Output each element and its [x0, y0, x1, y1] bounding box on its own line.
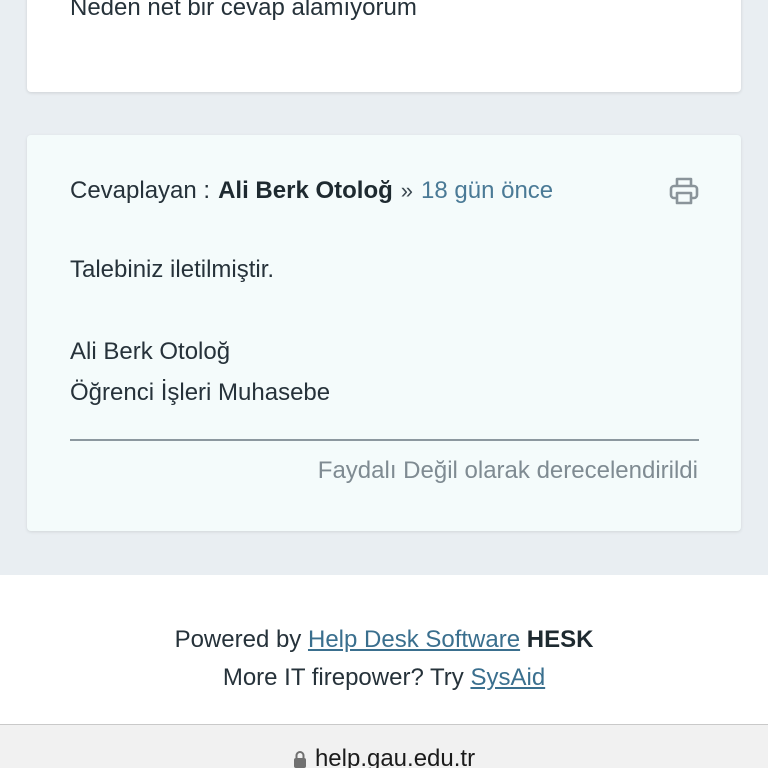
page-footer: Powered by Help Desk Software HESK More …: [0, 575, 768, 725]
reply-header: Cevaplayan : Ali Berk Otoloğ » 18 gün ön…: [70, 177, 553, 205]
replied-by-label: Cevaplayan :: [70, 177, 211, 204]
signature-name: Ali Berk Otoloğ: [70, 338, 231, 365]
powered-by-prefix: Powered by: [174, 626, 302, 653]
header-separator: »: [400, 178, 414, 203]
url-text[interactable]: help.gau.edu.tr: [315, 745, 475, 768]
url-display[interactable]: help.gau.edu.tr: [0, 745, 768, 768]
previous-message-card: Neden net bir cevap alamıyorum: [27, 0, 741, 92]
sysaid-line: More IT firepower? Try SysAid: [0, 664, 768, 692]
printer-icon[interactable]: [668, 175, 700, 207]
reply-body-text: Talebiniz iletilmiştir.: [70, 256, 275, 283]
reply-divider: [70, 439, 699, 441]
hesk-brand: HESK: [526, 626, 594, 653]
reply-card: Cevaplayan : Ali Berk Otoloğ » 18 gün ön…: [27, 135, 741, 531]
sysaid-link[interactable]: SysAid: [470, 664, 545, 691]
reply-author: Ali Berk Otoloğ: [218, 177, 393, 204]
help-desk-software-link[interactable]: Help Desk Software: [308, 626, 520, 653]
rating-status: Faydalı Değil olarak derecelendirildi: [317, 457, 698, 484]
browser-url-bar[interactable]: help.gau.edu.tr: [0, 724, 768, 768]
lock-icon: [293, 750, 307, 768]
powered-by-line: Powered by Help Desk Software HESK: [0, 626, 768, 654]
reply-time: 18 gün önce: [421, 177, 554, 204]
signature-department: Öğrenci İşleri Muhasebe: [70, 379, 331, 406]
sysaid-prefix: More IT firepower? Try: [222, 664, 464, 691]
ticket-thread-area: Neden net bir cevap alamıyorum Cevaplaya…: [0, 0, 768, 575]
previous-message-text: Neden net bir cevap alamıyorum: [70, 0, 417, 21]
